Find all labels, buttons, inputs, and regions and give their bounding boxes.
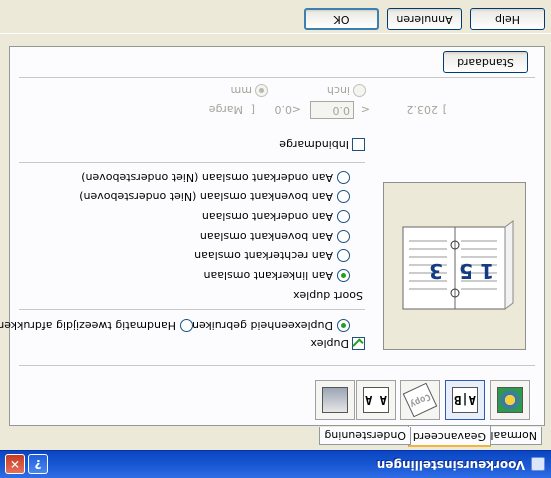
ok-button[interactable]: OK — [304, 8, 379, 30]
device-options-button[interactable] — [315, 380, 355, 420]
margin-field[interactable]: 0.0 — [310, 101, 354, 119]
duplex-type-option: Aan bovenkant omslaan (Niet onderstebove… — [79, 190, 333, 203]
manual-duplex-radio[interactable] — [180, 319, 193, 332]
duplex-label: Duplex — [310, 337, 349, 350]
range-close: ] — [442, 103, 447, 116]
title-bar[interactable]: Voorkeursinstellingen ? ✕ — [0, 450, 551, 478]
duplex-type-radio[interactable] — [337, 190, 350, 203]
unit-inch-radio[interactable] — [353, 84, 366, 97]
tab-ondersteuning[interactable]: Ondersteuning — [319, 427, 411, 445]
margin-label: Marge — [208, 103, 243, 116]
range-lt: < — [291, 103, 301, 116]
unit-inch-label: inch — [326, 84, 350, 97]
page-setting-icon: A A — [363, 387, 389, 413]
duplex-checkbox[interactable] — [352, 337, 365, 350]
separator — [19, 162, 365, 163]
default-button[interactable]: Standaard — [443, 51, 528, 73]
watermark-button[interactable]: Copy — [400, 380, 440, 420]
duplex-type-title: Soort duplex — [293, 289, 363, 302]
close-icon[interactable]: ✕ — [5, 454, 25, 474]
preview-page-left: 1 5 — [459, 259, 494, 283]
duplex-unit-radio[interactable] — [337, 319, 350, 332]
duplex-type-option: Aan onderkant omslaan (Niet onderstebove… — [81, 171, 333, 184]
color-quality-button[interactable] — [490, 380, 530, 420]
binding-offset-label: Inbindmarge — [279, 138, 349, 151]
range-lt: < — [360, 103, 370, 116]
cancel-button[interactable]: Annuleren — [387, 8, 462, 30]
watermark-icon: Copy — [402, 382, 438, 418]
window-title: Voorkeursinstellingen — [376, 458, 525, 472]
duplex-booklet-button[interactable]: A|B — [445, 380, 485, 420]
tab-normaal[interactable]: Normaal — [485, 427, 542, 445]
duplex-type-option: Aan bovenkant omslaan — [199, 230, 333, 243]
duplex-type-option: Aan rechterkant omslaan — [194, 249, 333, 262]
tab-geavanceerd[interactable]: Geavanceerd — [407, 425, 491, 447]
help-icon[interactable]: ? — [28, 454, 48, 474]
manual-duplex-label: Handmatig tweezijdig afdrukken — [0, 319, 176, 332]
preview-page-right: 3 — [429, 259, 443, 283]
page-setting-button[interactable]: A A — [356, 380, 396, 420]
footer-separator — [0, 33, 551, 34]
unit-mm-label: mm — [230, 84, 252, 97]
device-options-icon — [322, 387, 348, 413]
range-max: 203.2 — [406, 103, 439, 116]
range-min: 0.0 — [274, 103, 293, 116]
separator — [19, 77, 535, 78]
booklet-preview-icon: 1 5 3 — [402, 220, 514, 310]
printer-icon — [531, 457, 545, 471]
separator — [19, 309, 365, 310]
duplex-preview: 1 5 3 — [383, 182, 526, 350]
range-open: [ — [250, 103, 255, 116]
binding-offset-checkbox[interactable] — [352, 138, 365, 151]
duplex-unit-label: Duplexeenheid gebruiken — [191, 319, 333, 332]
duplex-type-radio[interactable] — [337, 171, 350, 184]
duplex-type-radio[interactable] — [337, 230, 350, 243]
help-button[interactable]: Help — [470, 8, 545, 30]
unit-mm-radio[interactable] — [255, 84, 268, 97]
duplex-type-radio[interactable] — [337, 210, 350, 223]
separator — [19, 365, 535, 366]
duplex-type-radio[interactable] — [337, 249, 350, 262]
duplex-type-option: Aan onderkant omslaan — [201, 210, 333, 223]
duplex-booklet-icon: A|B — [452, 387, 478, 413]
color-quality-icon — [497, 387, 523, 413]
dialog-window: Voorkeursinstellingen ? ✕ Normaal Geavan… — [0, 0, 551, 478]
duplex-type-option: Aan linkerkant omslaan — [203, 269, 333, 282]
duplex-type-radio[interactable] — [337, 269, 350, 282]
